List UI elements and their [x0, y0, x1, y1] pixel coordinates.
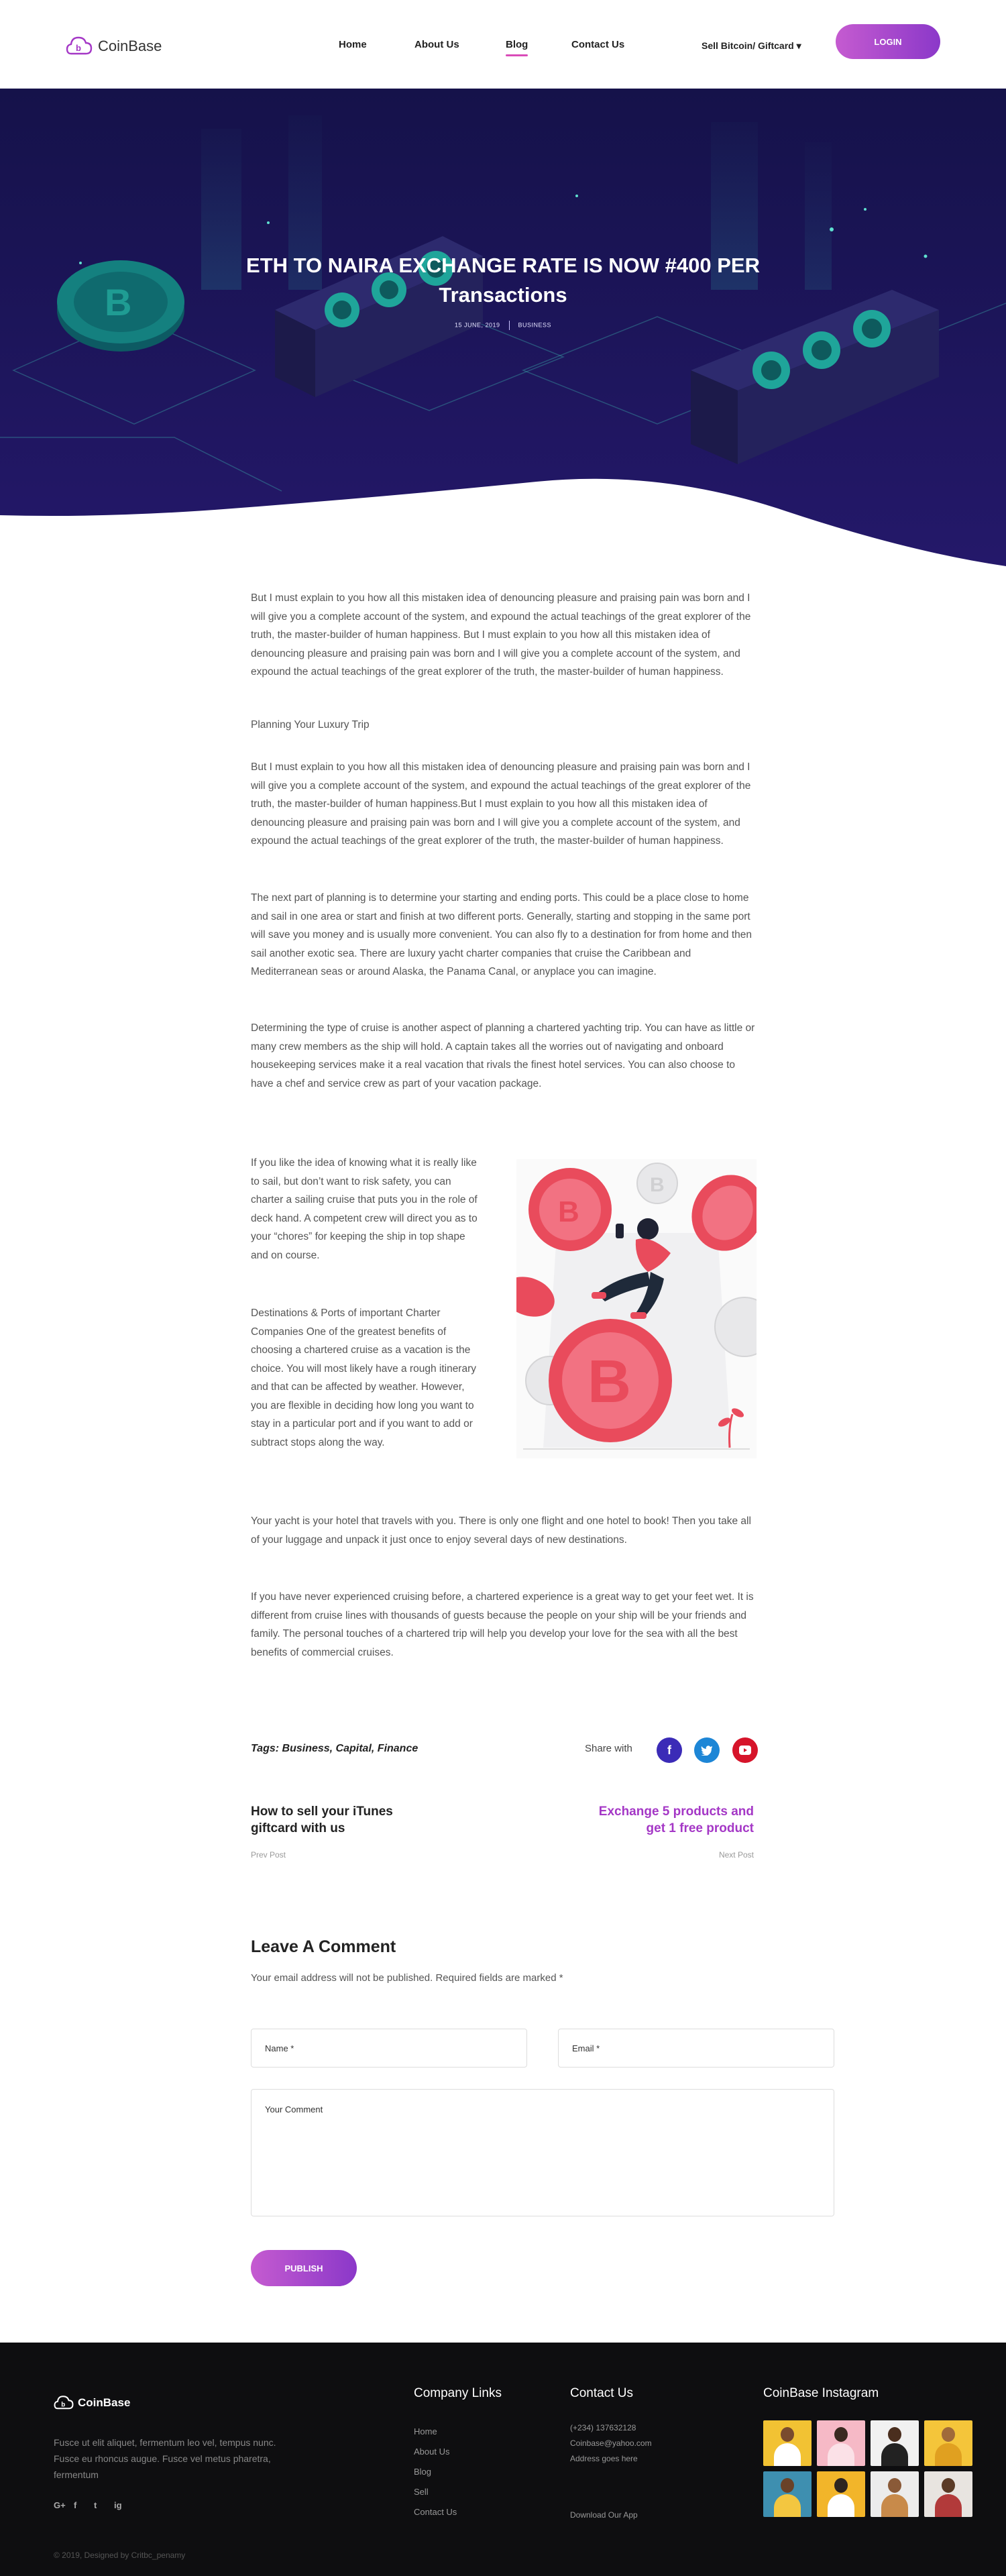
hero-illustration: B — [0, 89, 1006, 566]
footer-link-home[interactable]: Home — [414, 2426, 457, 2447]
facebook-icon[interactable]: f — [657, 1737, 682, 1763]
article-subheading: Planning Your Luxury Trip — [251, 719, 370, 731]
footer-brand-name: CoinBase — [78, 2396, 131, 2409]
footer-about-text: Fusce ut elit aliquet, fermentum leo vel… — [54, 2437, 276, 2480]
instagram-photo[interactable] — [763, 2471, 812, 2517]
nav-contact-us[interactable]: Contact Us — [571, 39, 624, 50]
brand-name: CoinBase — [98, 38, 162, 54]
meta-divider — [508, 321, 510, 330]
post-title-line1: ETH TO NAIRA EXCHANGE RATE IS NOW #400 P… — [246, 254, 760, 277]
instagram-photo[interactable] — [817, 2420, 865, 2466]
footer-contact-info: (+234) 137632128 Coinbase@yahoo.com Addr… — [570, 2420, 652, 2467]
page: b CoinBase Home About Us Blog Contact Us… — [0, 0, 1006, 2576]
article-paragraph: Determining the type of cruise is anothe… — [251, 1022, 755, 1089]
google-plus-icon[interactable]: G+ — [54, 2500, 66, 2510]
instagram-photo[interactable] — [817, 2471, 865, 2517]
article-column-paragraph: Destinations & Ports of important Charte… — [251, 1307, 477, 1448]
youtube-icon[interactable] — [732, 1737, 758, 1763]
instagram-photo[interactable] — [871, 2471, 919, 2517]
footer-link-sell[interactable]: Sell — [414, 2487, 457, 2507]
svg-text:b: b — [61, 2401, 65, 2408]
article-paragraph: But I must explain to you how all this m… — [251, 592, 751, 678]
twitter-icon[interactable]: t — [94, 2500, 97, 2510]
post-tags[interactable]: Tags: Business, Capital, Finance — [251, 1743, 418, 1755]
publish-button[interactable]: PUBLISH — [251, 2250, 357, 2286]
comment-textarea[interactable] — [251, 2089, 834, 2216]
next-post-link[interactable]: Next Post — [644, 1850, 754, 1860]
sell-dropdown[interactable]: Sell Bitcoin/ Giftcard ▾ — [702, 40, 801, 52]
svg-text:B: B — [558, 1195, 579, 1228]
footer-instagram-heading: CoinBase Instagram — [763, 2386, 879, 2400]
brand-logo[interactable]: b CoinBase — [66, 35, 162, 58]
site-footer: b CoinBase Fusce ut elit aliquet, fermen… — [0, 2343, 1006, 2576]
footer-address: Address goes here — [570, 2454, 638, 2463]
article-paragraph: The next part of planning is to determin… — [251, 892, 752, 977]
footer-copyright: © 2019, Designed by Critbc_penamy — [54, 2551, 186, 2560]
bitcoin-person-illustration: B B B — [516, 1159, 757, 1458]
footer-phone[interactable]: (+234) 137632128 — [570, 2420, 652, 2436]
coinbase-logo-icon: b — [66, 36, 93, 55]
footer-links: Home About Us Blog Sell Contact Us — [414, 2426, 457, 2527]
facebook-icon[interactable]: f — [74, 2500, 76, 2510]
post-title: ETH TO NAIRA EXCHANGE RATE IS NOW #400 P… — [168, 251, 838, 310]
prev-post-title[interactable]: How to sell your iTunes giftcard with us — [251, 1803, 425, 1837]
footer-contact-heading: Contact Us — [570, 2386, 633, 2400]
site-header: b CoinBase Home About Us Blog Contact Us… — [0, 0, 1006, 89]
instagram-icon[interactable]: ig — [114, 2500, 122, 2510]
svg-text:B: B — [105, 281, 131, 323]
footer-email[interactable]: Coinbase@yahoo.com — [570, 2436, 652, 2451]
bitcoin-coin-graphic: B — [57, 260, 184, 352]
article-paragraph: If you have never experienced cruising b… — [251, 1591, 754, 1658]
next-post-title[interactable]: Exchange 5 products and get 1 free produ… — [577, 1803, 754, 1837]
footer-link-about-us[interactable]: About Us — [414, 2447, 457, 2467]
post-meta: 15 JUNE, 2019 BUSINESS — [0, 321, 1006, 330]
comment-section-title: Leave A Comment — [251, 1937, 396, 1956]
post-category[interactable]: BUSINESS — [518, 321, 552, 328]
comment-note: Your email address will not be published… — [251, 1972, 563, 1984]
instagram-grid — [763, 2420, 972, 2517]
instagram-photo[interactable] — [763, 2420, 812, 2466]
footer-link-blog[interactable]: Blog — [414, 2467, 457, 2487]
login-button[interactable]: LOGIN — [836, 24, 940, 59]
footer-link-contact-us[interactable]: Contact Us — [414, 2507, 457, 2527]
footer-brand-logo[interactable]: b CoinBase — [54, 2394, 130, 2412]
svg-text:B: B — [650, 1174, 665, 1196]
coinbase-logo-icon: b — [54, 2396, 74, 2410]
article-paragraph: Your yacht is your hotel that travels wi… — [251, 1515, 751, 1546]
instagram-photo[interactable] — [871, 2420, 919, 2466]
post-title-line2: Transactions — [439, 283, 567, 307]
svg-text:B: B — [588, 1348, 631, 1415]
article-paragraph: But I must explain to you how all this m… — [251, 761, 751, 847]
article-column-paragraph: If you like the idea of knowing what it … — [251, 1157, 478, 1261]
svg-text:b: b — [76, 43, 81, 53]
instagram-photo[interactable] — [924, 2471, 972, 2517]
email-field[interactable] — [558, 2029, 834, 2068]
post-date: 15 JUNE, 2019 — [454, 321, 500, 329]
footer-links-heading: Company Links — [414, 2386, 502, 2400]
name-field[interactable] — [251, 2029, 527, 2068]
instagram-photo[interactable] — [924, 2420, 972, 2466]
hero-banner: B ETH TO NAIRA EXCHANGE RATE IS NOW #400… — [0, 89, 1006, 572]
nav-home[interactable]: Home — [339, 39, 367, 50]
share-label: Share with — [585, 1743, 632, 1754]
prev-post-link[interactable]: Prev Post — [251, 1850, 286, 1860]
nav-blog[interactable]: Blog — [506, 39, 528, 56]
nav-about-us[interactable]: About Us — [414, 39, 459, 50]
twitter-icon[interactable] — [694, 1737, 720, 1763]
download-app-link[interactable]: Download Our App — [570, 2510, 638, 2520]
